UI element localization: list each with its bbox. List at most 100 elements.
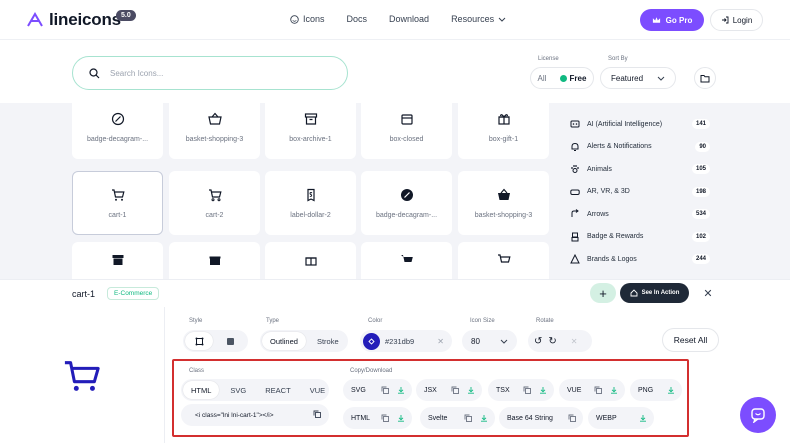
rotate-right-icon[interactable]: ↻: [548, 336, 556, 347]
class-tab-html[interactable]: HTML: [183, 381, 220, 399]
color-swatch[interactable]: [363, 332, 380, 350]
icon-card-selected[interactable]: cart-1: [72, 171, 163, 235]
icon-card[interactable]: [361, 242, 452, 279]
add-to-collection-button[interactable]: +: [590, 283, 616, 303]
label-dollar-icon: [306, 188, 315, 201]
download-icon[interactable]: [397, 414, 405, 422]
download-label: WEBP: [596, 414, 617, 422]
copy-icon[interactable]: [313, 410, 321, 420]
category-item[interactable]: Alerts & Notifications 90: [570, 136, 710, 159]
color-picker[interactable]: #231db9 ✕: [360, 330, 452, 352]
top-header: lineicons 5.0 Icons Docs Download Resour…: [0, 0, 790, 40]
see-in-action-button[interactable]: See In Action: [620, 283, 689, 303]
icon-card[interactable]: [265, 242, 356, 279]
icon-size-select[interactable]: 80: [462, 330, 517, 352]
folder-button[interactable]: [694, 67, 716, 89]
category-list: AI (Artificial Intelligence) 141 Alerts …: [570, 113, 710, 271]
download-icon[interactable]: [539, 386, 547, 394]
download-icon[interactable]: [480, 414, 488, 422]
plus-icon: +: [599, 285, 607, 301]
copy-icon[interactable]: [451, 386, 459, 394]
clear-rotate-icon[interactable]: ✕: [571, 337, 578, 346]
sort-select[interactable]: Featured: [600, 67, 676, 89]
rotate-left-icon[interactable]: ↺: [534, 336, 542, 347]
icon-card[interactable]: [169, 242, 260, 279]
copy-icon[interactable]: [464, 414, 472, 422]
style-label: Style: [189, 318, 203, 324]
type-stroke-option[interactable]: Stroke: [309, 332, 347, 350]
icon-card[interactable]: badge-decagram-...: [361, 171, 452, 235]
cart-icon: [400, 255, 413, 262]
login-button[interactable]: Login: [710, 9, 763, 31]
icon-card[interactable]: basket-shopping-3: [458, 171, 549, 235]
category-item[interactable]: AR, VR, & 3D 198: [570, 181, 710, 204]
copy-icon[interactable]: [381, 414, 389, 422]
icon-card[interactable]: [72, 242, 163, 279]
category-tag[interactable]: E-Commerce: [107, 287, 160, 300]
icon-card[interactable]: label-dollar-2: [265, 171, 356, 235]
copy-icon[interactable]: [381, 386, 389, 394]
license-toggle[interactable]: All Free: [530, 67, 594, 89]
go-pro-label: Go Pro: [665, 15, 693, 25]
gift-icon: [209, 256, 220, 265]
icon-card-label: badge-decagram-...: [375, 211, 438, 219]
icon-card[interactable]: cart-2: [169, 171, 260, 235]
copy-download-label: Copy/Download: [350, 368, 393, 374]
close-panel-button[interactable]: ✕: [699, 284, 717, 302]
style-solid-option[interactable]: [216, 332, 244, 350]
icon-card[interactable]: box-gift-1: [458, 103, 549, 159]
copy-icon[interactable]: [594, 386, 602, 394]
download-icon[interactable]: [610, 386, 618, 394]
download-icon[interactable]: [667, 386, 675, 394]
category-item[interactable]: AI (Artificial Intelligence) 141: [570, 113, 710, 136]
login-label: Login: [732, 15, 753, 25]
download-icon[interactable]: [467, 386, 475, 394]
icon-card[interactable]: box-closed: [361, 103, 452, 159]
icon-card[interactable]: badge-decagram-...: [72, 103, 163, 159]
nav-icons[interactable]: Icons: [290, 14, 325, 24]
download-icon[interactable]: [397, 386, 405, 394]
download-icon[interactable]: [639, 414, 647, 422]
download-label: SVG: [351, 386, 366, 394]
cart-icon: [111, 188, 125, 201]
style-outline-option[interactable]: [185, 332, 213, 350]
class-tab-vue[interactable]: VUE: [302, 381, 333, 399]
copy-icon[interactable]: [568, 414, 576, 422]
chevron-down-icon: [498, 17, 506, 22]
category-count: 141: [691, 119, 710, 130]
category-item[interactable]: Brands & Logos 244: [570, 248, 710, 271]
color-value[interactable]: #231db9: [385, 337, 414, 346]
style-toggle: [183, 330, 248, 352]
class-tab-react[interactable]: REACT: [257, 381, 298, 399]
reset-all-button[interactable]: Reset All: [662, 328, 719, 352]
copy-icon[interactable]: [523, 386, 531, 394]
download-tsx: TSX: [488, 379, 554, 401]
icon-card-label: basket-shopping-3: [185, 135, 244, 143]
icon-card[interactable]: box-archive-1: [265, 103, 356, 159]
category-label: AI (Artificial Intelligence): [587, 120, 663, 128]
nav-resources[interactable]: Resources: [451, 14, 506, 24]
logo[interactable]: lineicons 5.0: [26, 10, 136, 30]
category-label: Alerts & Notifications: [587, 143, 652, 151]
category-item[interactable]: Animals 105: [570, 158, 710, 181]
clear-color-icon[interactable]: ✕: [437, 337, 444, 346]
icon-card-label: label-dollar-2: [290, 211, 331, 219]
class-label: Class: [189, 368, 205, 374]
category-item[interactable]: Badge & Rewards 102: [570, 226, 710, 249]
search-input[interactable]: Search Icons...: [72, 56, 348, 90]
nav-docs[interactable]: Docs: [347, 14, 368, 24]
class-code-snippet[interactable]: <i class="lni lni-cart-1"></i>: [181, 404, 329, 426]
nav-download[interactable]: Download: [389, 14, 429, 24]
icon-card[interactable]: basket-shopping-3: [169, 103, 260, 159]
category-item[interactable]: Arrows 534: [570, 203, 710, 226]
paint-bucket-icon: [368, 337, 375, 345]
download-label: VUE: [567, 386, 582, 394]
icon-card[interactable]: [458, 242, 549, 279]
license-all[interactable]: All: [538, 74, 547, 83]
chat-support-button[interactable]: [740, 397, 776, 433]
go-pro-button[interactable]: Go Pro: [640, 9, 704, 31]
download-label: TSX: [496, 386, 510, 394]
license-free[interactable]: Free: [559, 74, 586, 83]
class-tab-svg[interactable]: SVG: [222, 381, 254, 399]
type-outlined-option[interactable]: Outlined: [262, 332, 306, 350]
